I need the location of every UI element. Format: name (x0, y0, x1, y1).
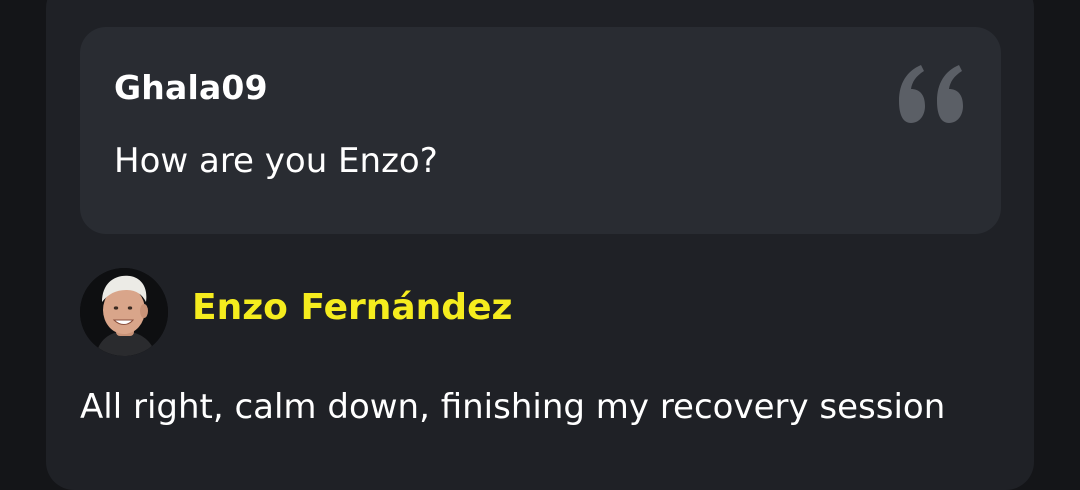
question-text: How are you Enzo? (114, 141, 438, 181)
question-username: Ghala09 (114, 68, 268, 107)
fan-question-bubble: Ghala09 How are you Enzo? (80, 27, 1001, 234)
answer-text: All right, calm down, finishing my recov… (80, 387, 946, 427)
player-avatar (80, 268, 168, 356)
responder-name: Enzo Fernández (192, 287, 513, 328)
quote-icon (899, 65, 963, 123)
